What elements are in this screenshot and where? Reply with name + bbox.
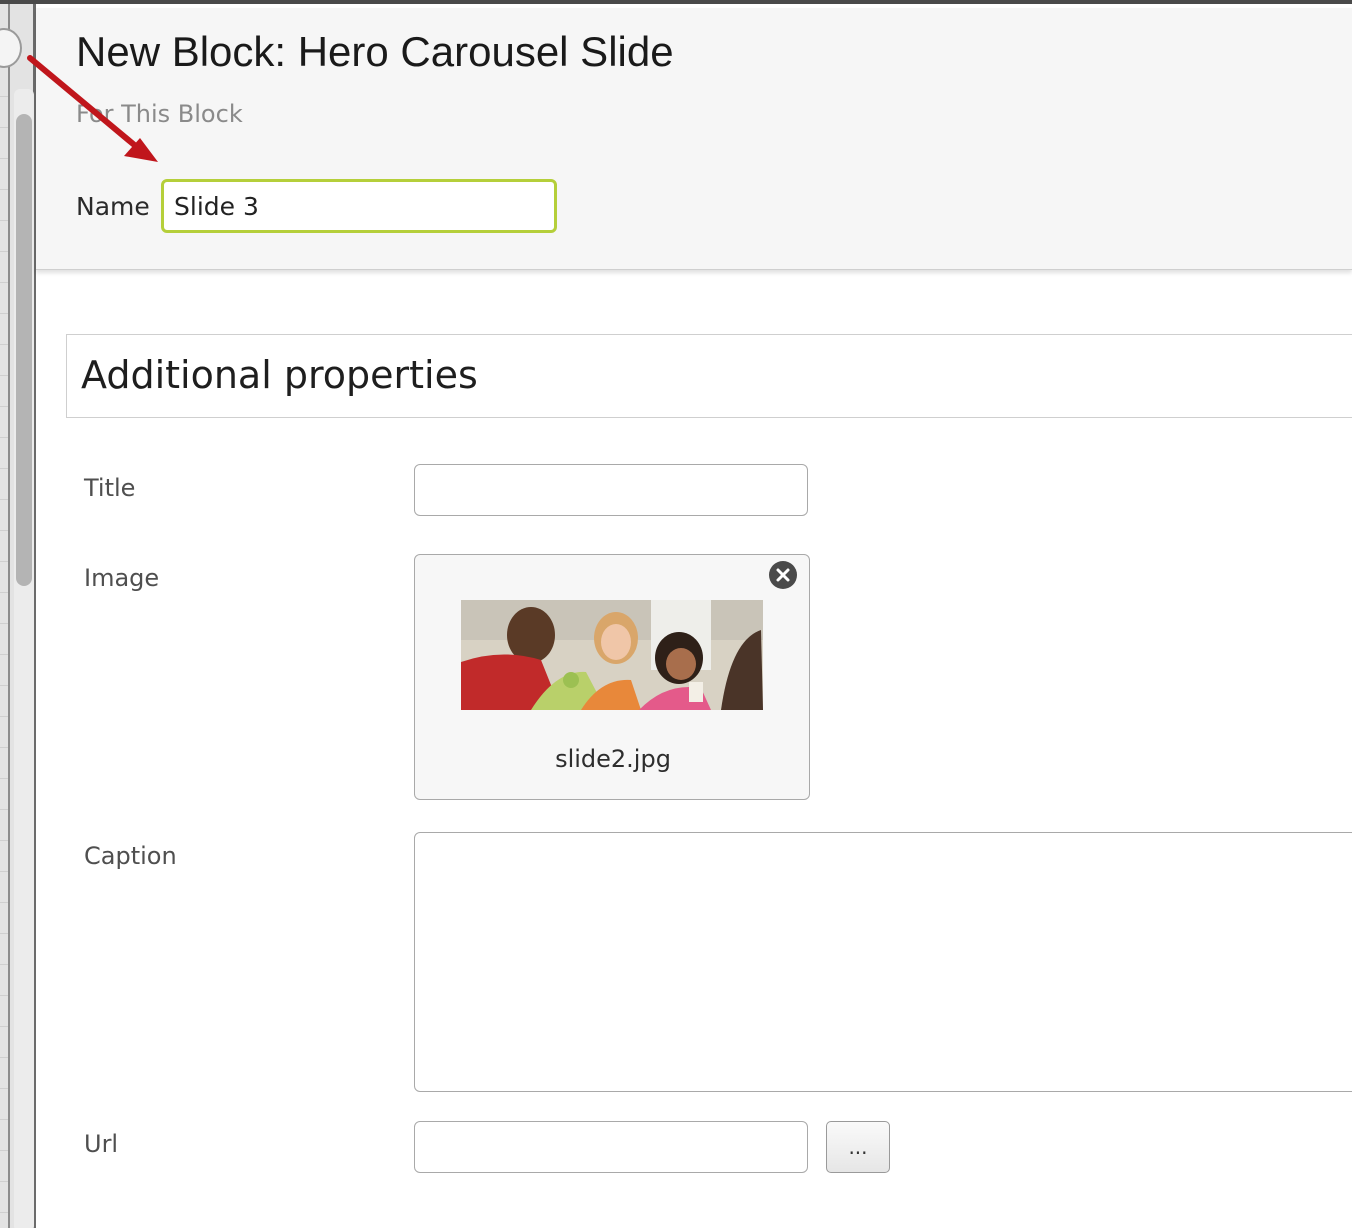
url-label: Url bbox=[84, 1130, 119, 1158]
image-label: Image bbox=[84, 564, 160, 592]
section-title: Additional properties bbox=[81, 353, 478, 397]
title-input[interactable] bbox=[414, 464, 808, 516]
block-header: New Block: Hero Carousel Slide For This … bbox=[36, 8, 1352, 270]
title-label: Title bbox=[84, 474, 136, 502]
editor-frame: New Block: Hero Carousel Slide For This … bbox=[0, 0, 1352, 1228]
url-input[interactable] bbox=[414, 1121, 808, 1173]
image-file-name: slide2.jpg bbox=[555, 745, 671, 773]
url-browse-button[interactable]: ... bbox=[826, 1121, 890, 1173]
name-label: Name bbox=[76, 192, 150, 221]
image-picker[interactable]: slide2.jpg bbox=[414, 554, 810, 800]
caption-label: Caption bbox=[84, 842, 177, 870]
panel-toggle-icon[interactable] bbox=[0, 28, 22, 68]
caption-textarea[interactable] bbox=[414, 832, 1352, 1092]
image-thumbnail bbox=[461, 600, 763, 710]
left-gutter bbox=[0, 4, 36, 1228]
close-circle-icon[interactable] bbox=[769, 561, 797, 589]
page-title: New Block: Hero Carousel Slide bbox=[76, 28, 674, 75]
block-subtitle: For This Block bbox=[76, 100, 243, 128]
gutter-ruler bbox=[0, 4, 10, 1228]
scrollbar-thumb[interactable] bbox=[16, 114, 32, 586]
additional-properties-header: Additional properties bbox=[66, 334, 1352, 418]
name-input[interactable] bbox=[161, 179, 557, 233]
